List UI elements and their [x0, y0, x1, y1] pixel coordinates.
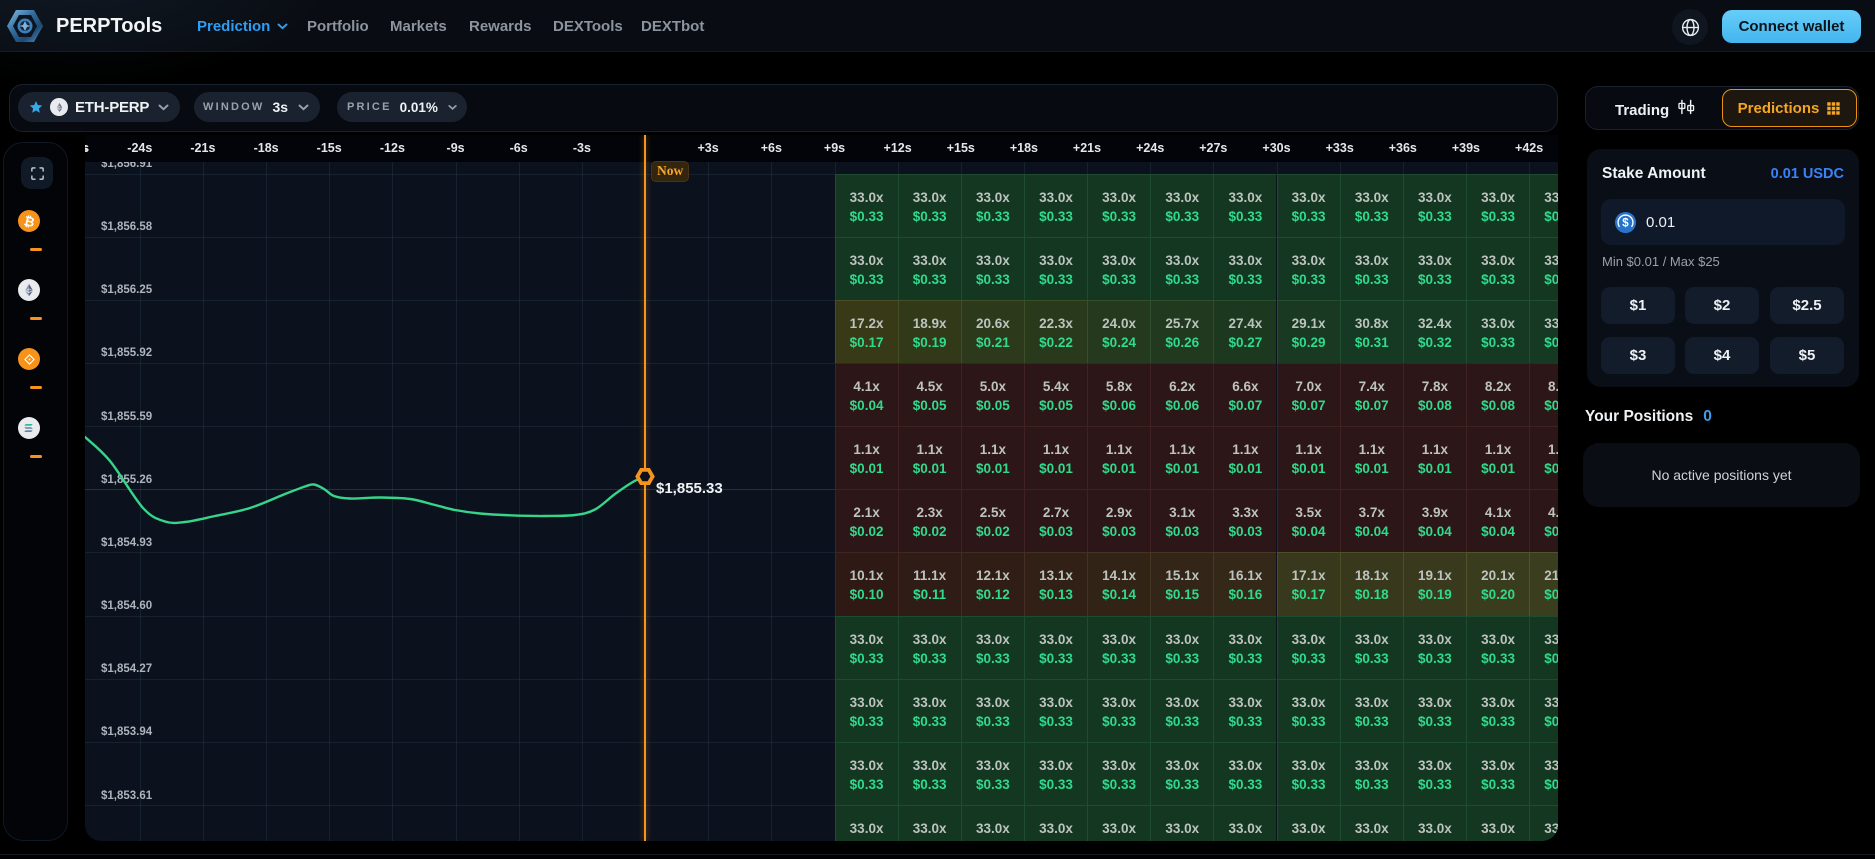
svg-text:$: $: [1622, 217, 1629, 229]
